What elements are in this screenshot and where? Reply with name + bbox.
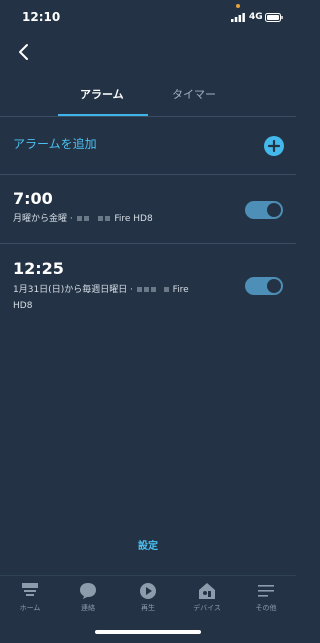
redacted-device-name [83, 216, 89, 221]
redacted-device-name [150, 287, 156, 292]
play-icon [140, 583, 156, 599]
alarm-toggle[interactable] [245, 277, 283, 295]
settings-link[interactable]: 設定 [0, 537, 296, 552]
nav-home[interactable]: ホーム [5, 582, 55, 613]
nav-label: その他 [255, 604, 277, 612]
nav-play[interactable]: 再生 [123, 582, 173, 613]
alarm-schedule: 1月31日(日)から毎週日曜日 · Fire [13, 282, 189, 298]
add-alarm-link[interactable]: アラームを追加 [13, 135, 97, 152]
alarm-device: Fire HD8 [114, 214, 153, 224]
redacted-device-name [163, 287, 169, 292]
devices-icon [199, 583, 215, 599]
nav-more[interactable]: その他 [241, 582, 291, 613]
tab-alarm[interactable]: アラーム [80, 86, 124, 102]
nav-label: ホーム [19, 604, 41, 612]
redacted-device-name [136, 287, 142, 292]
alarm-device: Fire [172, 285, 189, 295]
nav-label: デバイス [193, 604, 221, 612]
home-icon [22, 583, 38, 596]
nav-communicate[interactable]: 連絡 [63, 582, 113, 613]
alarm-schedule-text: 月曜から金曜 · [13, 214, 73, 224]
alarm-schedule-text: 1月31日(日)から毎週日曜日 · [13, 285, 133, 295]
privacy-indicator-dot [236, 4, 240, 8]
status-time: 12:10 [22, 10, 61, 24]
tab-timer[interactable]: タイマー [172, 86, 216, 102]
network-type: 4G [249, 12, 263, 22]
toggle-knob [267, 279, 281, 293]
divider [0, 243, 296, 244]
menu-icon [258, 585, 274, 597]
toggle-knob [267, 203, 281, 217]
add-alarm-plus-icon[interactable] [264, 136, 284, 156]
home-indicator [95, 630, 201, 634]
signal-icon [231, 13, 245, 22]
back-chevron-icon[interactable] [15, 43, 33, 61]
nav-label: 再生 [141, 604, 155, 612]
redacted-device-name [105, 216, 111, 221]
battery-icon [265, 13, 283, 22]
divider [0, 174, 296, 175]
divider [0, 116, 296, 117]
chat-bubble-icon [80, 583, 96, 599]
nav-devices[interactable]: デバイス [182, 582, 232, 613]
alarm-time[interactable]: 12:25 [13, 259, 64, 278]
alarm-schedule: 月曜から金曜 · Fire HD8 [13, 211, 153, 227]
redacted-device-name [76, 216, 82, 221]
alarm-device-line2: HD8 [13, 301, 33, 311]
alarm-time[interactable]: 7:00 [13, 189, 53, 208]
alarm-toggle[interactable] [245, 201, 283, 219]
redacted-device-name [98, 216, 104, 221]
redacted-device-name [143, 287, 149, 292]
nav-label: 連絡 [81, 604, 95, 612]
